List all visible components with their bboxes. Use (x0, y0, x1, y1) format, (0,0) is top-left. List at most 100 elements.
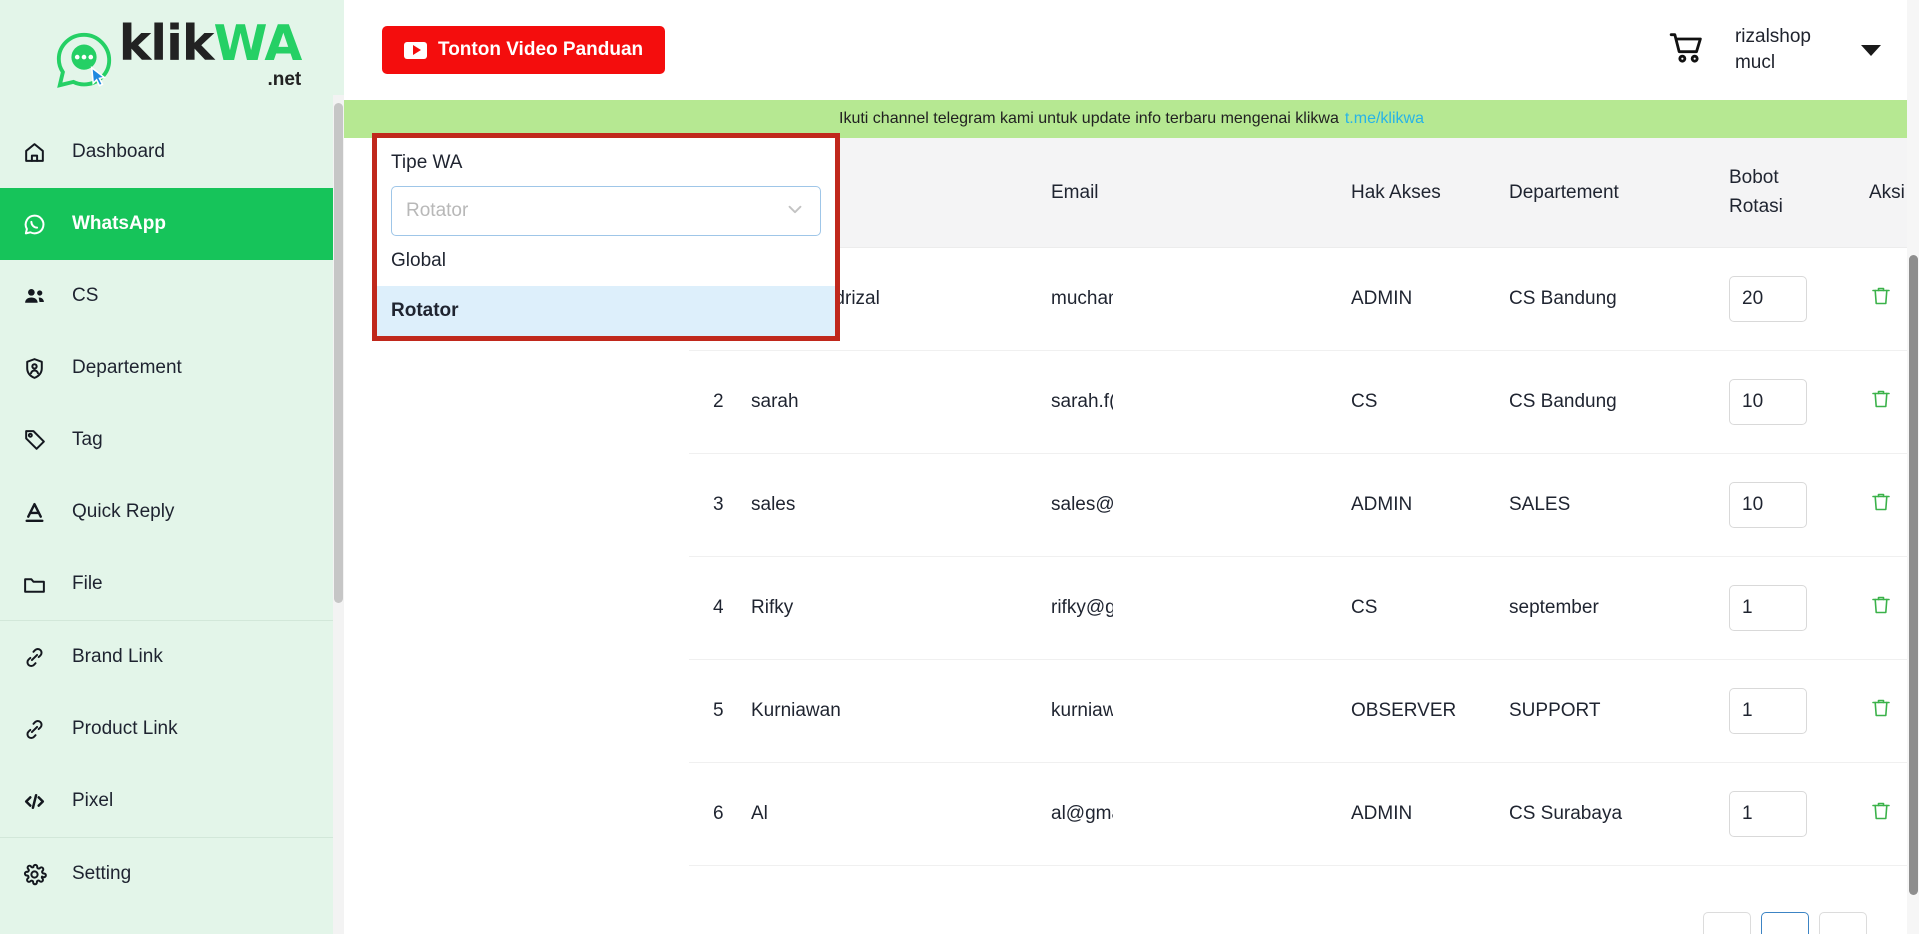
cell-hak-akses: ADMIN (1351, 453, 1509, 557)
sidebar-item-product-link[interactable]: Product Link (0, 693, 344, 765)
chevron-down-icon (784, 198, 806, 225)
header-bobot-line1: Bobot (1729, 167, 1779, 188)
tipe-wa-option-global[interactable]: Global (377, 236, 835, 286)
table-header-row: Email Hak Akses Departement Bobot Rotasi… (689, 138, 1919, 248)
sidebar-item-dashboard[interactable]: Dashboard (0, 116, 344, 188)
sidebar-item-label: Product Link (72, 718, 178, 739)
trash-icon (1869, 287, 1893, 311)
header-departement: Departement (1509, 138, 1699, 248)
cell-nama: sales (751, 453, 1051, 557)
users-table: Email Hak Akses Departement Bobot Rotasi… (689, 138, 1919, 866)
table-body: 1 muchamadrizal muchamad ADMIN CS Bandun… (689, 247, 1919, 866)
text-a-icon (22, 500, 56, 525)
watch-video-guide-button[interactable]: Tonton Video Panduan (382, 26, 666, 74)
page-scrollbar[interactable] (1907, 0, 1919, 934)
tag-icon (22, 428, 56, 453)
cell-departement: SALES (1509, 453, 1699, 557)
cell-email: rifky@g (1051, 556, 1351, 660)
delete-row-button[interactable] (1869, 387, 1893, 414)
cell-email-text: muchamad (1051, 288, 1113, 309)
bobot-rotasi-input[interactable] (1729, 379, 1807, 425)
bobot-rotasi-input[interactable] (1729, 276, 1807, 322)
cell-hak-akses: CS (1351, 350, 1509, 454)
shopping-cart-icon[interactable] (1667, 28, 1707, 73)
delete-row-button[interactable] (1869, 799, 1893, 826)
cell-bobot (1699, 350, 1847, 454)
table-row: 3 sales sales@ ADMIN SALES (689, 453, 1919, 557)
sidebar-item-file[interactable]: File (0, 548, 344, 620)
cell-email-text: sales@ (1051, 494, 1113, 515)
delete-row-button[interactable] (1869, 490, 1893, 517)
sidebar-item-setting[interactable]: Setting (0, 838, 344, 910)
header-bobot-rotasi: Bobot Rotasi (1699, 138, 1847, 248)
trash-icon (1869, 802, 1893, 826)
cell-departement: CS Bandung (1509, 247, 1699, 351)
cell-hak-akses: ADMIN (1351, 247, 1509, 351)
pagination[interactable] (1703, 912, 1867, 934)
shield-user-icon (22, 356, 56, 381)
table-row: 5 Kurniawan kurniaw OBSERVER SUPPORT (689, 659, 1919, 763)
sidebar-item-tag[interactable]: Tag (0, 404, 344, 476)
sidebar: klikWA .net Dashboard WhatsApp CS Depart… (0, 0, 344, 934)
cell-no: 4 (689, 556, 751, 660)
delete-row-button[interactable] (1869, 284, 1893, 311)
bobot-rotasi-input[interactable] (1729, 585, 1807, 631)
bobot-rotasi-input[interactable] (1729, 688, 1807, 734)
sidebar-item-brand-link[interactable]: Brand Link (0, 621, 344, 693)
delete-row-button[interactable] (1869, 593, 1893, 620)
sidebar-item-label: Quick Reply (72, 501, 175, 522)
brand-logo[interactable]: klikWA .net (0, 0, 344, 112)
tipe-wa-option-rotator[interactable]: Rotator (377, 286, 835, 336)
table-row: 1 muchamadrizal muchamad ADMIN CS Bandun… (689, 247, 1919, 351)
bobot-rotasi-input[interactable] (1729, 482, 1807, 528)
sidebar-item-label: CS (72, 285, 99, 306)
header-hak-akses: Hak Akses (1351, 138, 1509, 248)
cell-email-text: rifky@g (1051, 597, 1113, 618)
sidebar-item-label: Tag (72, 429, 103, 450)
sidebar-item-pixel[interactable]: Pixel (0, 765, 344, 837)
sidebar-nav: Dashboard WhatsApp CS Departement Tag Qu… (0, 116, 344, 910)
cell-hak-akses: OBSERVER (1351, 659, 1509, 763)
bobot-rotasi-input[interactable] (1729, 791, 1807, 837)
sidebar-item-label: Departement (72, 357, 182, 378)
watch-video-guide-label: Tonton Video Panduan (438, 39, 644, 60)
pagination-prev-button[interactable] (1703, 912, 1751, 934)
pagination-next-button[interactable] (1819, 912, 1867, 934)
cell-no: 3 (689, 453, 751, 557)
telegram-link[interactable]: t.me/klikwa (1345, 110, 1424, 128)
sidebar-scrollbar-thumb[interactable] (334, 103, 343, 603)
pagination-page-button[interactable] (1761, 912, 1809, 934)
cell-departement: SUPPORT (1509, 659, 1699, 763)
trash-icon (1869, 699, 1893, 723)
brand-name-green: WA (213, 15, 302, 73)
sidebar-item-label: Setting (72, 863, 132, 884)
tipe-wa-select[interactable]: Rotator (391, 186, 821, 236)
cell-bobot (1699, 762, 1847, 866)
cell-departement: CS Bandung (1509, 350, 1699, 454)
sidebar-item-departement[interactable]: Departement (0, 332, 344, 404)
page-scrollbar-thumb[interactable] (1909, 255, 1918, 895)
sidebar-item-quick-reply[interactable]: Quick Reply (0, 476, 344, 548)
delete-row-button[interactable] (1869, 696, 1893, 723)
cell-bobot (1699, 659, 1847, 763)
users-icon (22, 284, 56, 309)
cell-email: sales@ (1051, 453, 1351, 557)
gear-icon (22, 862, 56, 887)
sidebar-scrollbar[interactable] (333, 95, 344, 934)
users-table-wrapper: Email Hak Akses Departement Bobot Rotasi… (689, 138, 1919, 934)
sidebar-item-label: Pixel (72, 790, 114, 811)
whatsapp-icon (22, 212, 56, 237)
topbar: Tonton Video Panduan rizalshop mucl (344, 0, 1919, 100)
header-email: Email (1051, 138, 1351, 248)
youtube-play-icon (404, 41, 427, 59)
cell-email-text: sarah.f( (1051, 391, 1113, 412)
user-menu[interactable]: rizalshop mucl (1667, 24, 1919, 75)
trash-icon (1869, 596, 1893, 620)
table-head: Email Hak Akses Departement Bobot Rotasi… (689, 138, 1919, 248)
sidebar-item-label: WhatsApp (72, 213, 166, 234)
sidebar-item-whatsapp[interactable]: WhatsApp (0, 188, 344, 260)
link-icon (22, 717, 56, 742)
sidebar-item-cs[interactable]: CS (0, 260, 344, 332)
trash-icon (1869, 493, 1893, 517)
chevron-down-icon[interactable] (1861, 44, 1881, 56)
